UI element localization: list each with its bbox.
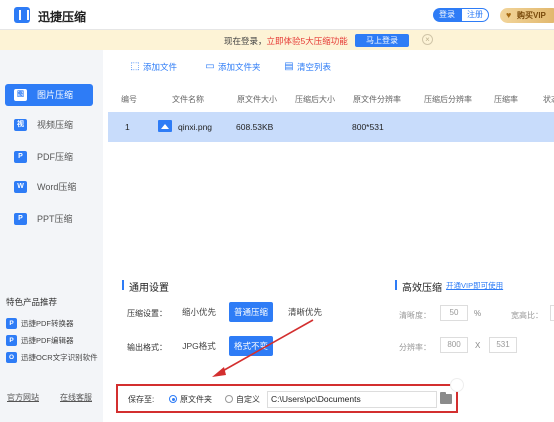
pdf-converter-icon: P — [6, 318, 17, 329]
row-orig-size: 608.53KB — [236, 122, 274, 132]
login-button[interactable]: 登录 — [433, 8, 461, 22]
online-support-link[interactable]: 在线客服 — [60, 392, 92, 403]
output-format-label: 输出格式： — [127, 343, 167, 352]
original-folder-label: 原文件夹 — [180, 395, 212, 404]
clarity-label: 清晰度： — [399, 311, 431, 320]
table-header: 编号 文件名称 原文件大小 压缩后大小 原文件分辨率 压缩后分辨率 压缩率 状态 — [108, 88, 554, 110]
aspect-ratio-input[interactable] — [550, 305, 554, 321]
ppt-icon: P — [14, 213, 27, 225]
sidebar-item-ppt-compress[interactable]: P PPT压缩 — [5, 208, 93, 230]
sidebar-item-label: PPT压缩 — [37, 214, 73, 224]
clear-list-button[interactable]: ▤ 清空列表 — [283, 61, 331, 74]
radio-custom-folder[interactable] — [225, 395, 233, 403]
video-icon: 视 — [14, 119, 27, 131]
sidebar-item-pdf-compress[interactable]: P PDF压缩 — [5, 146, 93, 168]
clarity-input[interactable]: 50 — [440, 305, 468, 321]
notice-prefix: 现在登录， — [224, 36, 267, 46]
add-file-label: 添加文件 — [143, 62, 178, 72]
save-to-label: 保存至: — [128, 395, 155, 404]
scroll-handle[interactable] — [450, 378, 464, 392]
title-bar: 迅捷压缩 登录 注册 购买VIP — [0, 0, 554, 30]
option-shrink-first[interactable]: 缩小优先 — [182, 302, 216, 322]
resolution-width-input[interactable]: 800 — [440, 337, 468, 353]
image-icon: 图 — [14, 89, 27, 101]
sidebar: 图 图片压缩 视 视频压缩 P PDF压缩 W Word压缩 P PPT压缩 特… — [0, 50, 103, 422]
col-header-index: 编号 — [121, 95, 137, 104]
sidebar-item-image-compress[interactable]: 图 图片压缩 — [5, 84, 93, 106]
efficient-compress-title: 高效压缩 — [395, 279, 442, 294]
featured-item-label: 迅捷OCR文字识别软件 — [21, 353, 98, 362]
notice-highlight: 立即体验5大压缩功能 — [266, 36, 348, 46]
clear-list-label: 清空列表 — [297, 62, 332, 72]
login-notice-bar: 现在登录，立即体验5大压缩功能 马上登录 × — [0, 30, 554, 50]
ocr-icon: O — [6, 352, 17, 363]
custom-folder-label: 自定义 — [236, 395, 260, 404]
clarity-unit: % — [474, 309, 482, 318]
col-header-orig-resolution: 原文件分辨率 — [353, 95, 401, 104]
compress-setting-label: 压缩设置： — [127, 309, 167, 318]
resolution-separator: X — [475, 341, 481, 350]
featured-products-title: 特色产品推荐 — [6, 297, 58, 307]
featured-item-label: 迅捷PDF编辑器 — [21, 336, 74, 345]
row-file-name: qinxi.png — [178, 122, 213, 132]
notice-text: 现在登录，立即体验5大压缩功能 — [224, 35, 348, 47]
featured-item-pdf-editor[interactable]: P 迅捷PDF编辑器 — [6, 335, 74, 346]
sidebar-item-label: Word压缩 — [37, 182, 77, 192]
col-header-status: 状态 — [543, 95, 554, 104]
sidebar-item-label: 图片压缩 — [37, 90, 74, 100]
save-location-panel: 保存至: 原文件夹 自定义 C:\Users\pc\Documents — [116, 384, 458, 413]
featured-item-label: 迅捷PDF转换器 — [21, 319, 74, 328]
featured-item-ocr[interactable]: O 迅捷OCR文字识别软件 — [6, 352, 98, 363]
featured-item-pdf-converter[interactable]: P 迅捷PDF转换器 — [6, 318, 74, 329]
folder-icon: ▭ — [205, 61, 215, 72]
official-site-link[interactable]: 官方网站 — [7, 392, 39, 403]
sidebar-item-label: PDF压缩 — [37, 152, 74, 162]
pdf-editor-icon: P — [6, 335, 17, 346]
option-jpg-format[interactable]: JPG格式 — [182, 336, 216, 356]
col-header-compressed-resolution: 压缩后分辨率 — [424, 95, 472, 104]
register-button[interactable]: 注册 — [461, 8, 489, 22]
image-file-icon — [158, 120, 172, 132]
close-icon[interactable]: × — [422, 34, 433, 45]
row-index: 1 — [125, 122, 130, 132]
main-panel: ⬚ 添加文件 ▭ 添加文件夹 ▤ 清空列表 编号 文件名称 原文件大小 压缩后大… — [103, 50, 554, 422]
general-settings-title: 通用设置 — [122, 279, 169, 294]
option-normal-compress[interactable]: 普通压缩 — [229, 302, 273, 322]
app-title: 迅捷压缩 — [38, 10, 87, 24]
open-vip-link[interactable]: 开通VIP即可使用 — [446, 280, 503, 291]
add-file-icon: ⬚ — [130, 61, 140, 72]
app-logo-icon — [14, 7, 30, 23]
add-folder-label: 添加文件夹 — [218, 62, 261, 72]
col-header-orig-size: 原文件大小 — [237, 95, 277, 104]
word-icon: W — [14, 181, 27, 193]
sidebar-item-video-compress[interactable]: 视 视频压缩 — [5, 114, 93, 136]
pdf-icon: P — [14, 151, 27, 163]
sidebar-item-word-compress[interactable]: W Word压缩 — [5, 176, 93, 198]
col-header-compressed-size: 压缩后大小 — [295, 95, 335, 104]
resolution-label: 分辨率： — [399, 343, 431, 352]
table-row[interactable]: 1 qinxi.png 608.53KB 800*531 — [108, 112, 554, 142]
resolution-height-input[interactable]: 531 — [489, 337, 517, 353]
sidebar-item-label: 视频压缩 — [37, 120, 74, 130]
option-clarity-first[interactable]: 清晰优先 — [288, 302, 322, 322]
trash-icon: ▤ — [284, 61, 294, 72]
login-now-button[interactable]: 马上登录 — [355, 34, 409, 47]
option-keep-format[interactable]: 格式不变 — [229, 336, 273, 356]
save-path-input[interactable]: C:\Users\pc\Documents — [267, 391, 437, 408]
add-folder-button[interactable]: ▭ 添加文件夹 — [204, 61, 261, 74]
col-header-name: 文件名称 — [172, 95, 204, 104]
aspect-ratio-label: 宽高比： — [511, 311, 543, 320]
buy-vip-button[interactable]: 购买VIP — [500, 8, 554, 23]
browse-folder-icon[interactable] — [440, 392, 452, 404]
row-orig-resolution: 800*531 — [352, 122, 384, 132]
radio-original-folder[interactable] — [169, 395, 177, 403]
col-header-ratio: 压缩率 — [494, 95, 518, 104]
add-file-button[interactable]: ⬚ 添加文件 — [129, 61, 177, 74]
